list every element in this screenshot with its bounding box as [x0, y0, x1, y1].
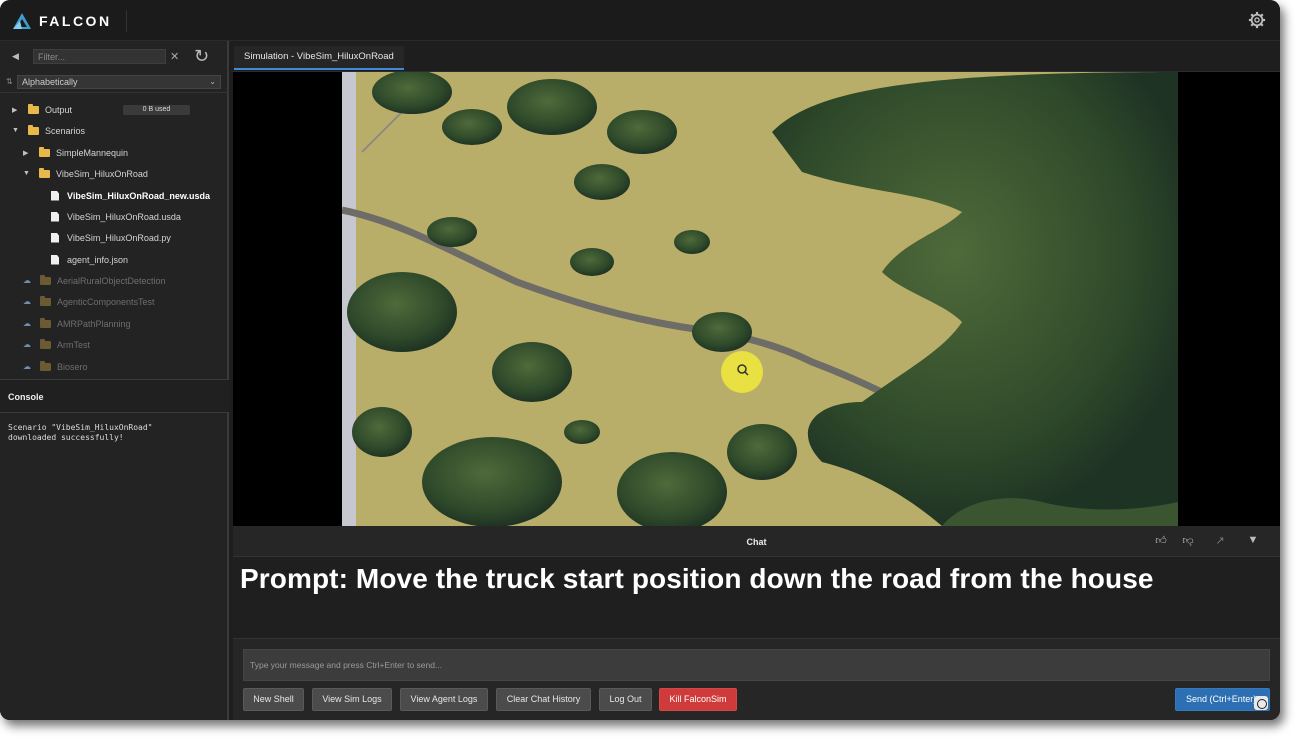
- new-shell-button[interactable]: New Shell: [243, 688, 304, 711]
- tree-item-label: agent_info.json: [67, 254, 129, 265]
- chevron-down-icon: ⌄: [209, 77, 216, 86]
- message-input[interactable]: [243, 649, 1270, 681]
- cloud-icon: ☁: [23, 297, 31, 306]
- divider: [0, 92, 229, 93]
- sort-icon: ⇅: [6, 77, 13, 86]
- chat-messages: Prompt: Move the truck start position do…: [233, 557, 1280, 638]
- gear-icon[interactable]: [1248, 11, 1266, 29]
- tree-item-simplemannequin[interactable]: ▶ SimpleMannequin: [23, 142, 128, 163]
- tree-item-label: AMRPathPlanning: [57, 318, 131, 329]
- tree-item-label: AgenticComponentsTest: [57, 296, 155, 307]
- storage-used-badge: 0 B used: [123, 105, 190, 115]
- tab-simulation[interactable]: Simulation - VibeSim_HiluxOnRoad: [234, 46, 404, 70]
- collapse-sidebar-icon[interactable]: ◀: [12, 51, 19, 62]
- app-name: FALCON: [39, 13, 112, 29]
- tree-item-label: VibeSim_HiluxOnRoad.usda: [67, 211, 181, 222]
- tree-item-cloud-folder[interactable]: ☁ AMRPathPlanning: [23, 313, 131, 334]
- expand-arrow-icon[interactable]: ▶: [12, 106, 24, 114]
- file-icon: [51, 211, 59, 222]
- expand-icon[interactable]: ↗: [1213, 534, 1227, 548]
- folder-icon: [40, 360, 51, 371]
- tree-item-label: SimpleMannequin: [56, 147, 129, 158]
- folder-icon: [39, 167, 50, 178]
- tree-item-vibesim-hiluxonroad[interactable]: ▼ VibeSim_HiluxOnRoad: [23, 163, 148, 184]
- app-window: FALCON ◀ ✕ ↻ ⇅ Alphabetically ⌄: [0, 0, 1280, 720]
- cloud-icon: ☁: [23, 276, 31, 285]
- tree-item-cloud-folder[interactable]: ☁ Biosero: [23, 356, 88, 377]
- sort-row: ⇅ Alphabetically ⌄: [0, 74, 229, 90]
- folder-icon: [40, 338, 51, 349]
- chat-composer: New Shell View Sim Logs View Agent Logs …: [233, 638, 1280, 720]
- refresh-icon[interactable]: ↻: [194, 46, 209, 67]
- console-title: Console: [8, 392, 44, 402]
- kill-falconsim-button[interactable]: Kill FalconSim: [659, 688, 737, 711]
- tree-item-output[interactable]: ▶ Output: [12, 99, 72, 120]
- tree-item-label: VibeSim_HiluxOnRoad_new.usda: [67, 190, 211, 201]
- tree-item-label: AerialRuralObjectDetection: [57, 275, 166, 286]
- tree-item-label: Output: [45, 104, 73, 115]
- cloud-icon: ☁: [23, 319, 31, 328]
- top-bar: FALCON: [0, 0, 1280, 41]
- tree-item-file[interactable]: agent_info.json: [51, 249, 128, 270]
- app-logo: FALCON: [12, 10, 127, 32]
- tree-item-cloud-folder[interactable]: ☁ AerialRuralObjectDetection: [23, 270, 166, 291]
- chevron-down-icon[interactable]: ▼: [1246, 534, 1260, 548]
- tree-item-label: VibeSim_HiluxOnRoad: [56, 168, 148, 179]
- folder-icon: [40, 295, 51, 306]
- clear-filter-icon[interactable]: ✕: [170, 50, 179, 63]
- prompt-caption: Prompt: Move the truck start position do…: [240, 563, 1154, 594]
- folder-icon: [39, 146, 50, 157]
- file-icon: [51, 190, 59, 201]
- chat-title: Chat: [746, 537, 767, 547]
- tree-item-label: Scenarios: [45, 125, 86, 136]
- file-explorer-sidebar: ◀ ✕ ↻ ⇅ Alphabetically ⌄ ▶ Output 0 B us…: [0, 41, 229, 720]
- chat-header: Chat 👍︎ 👎︎ ↗ ▼: [233, 526, 1280, 557]
- simulation-render[interactable]: [342, 72, 1178, 526]
- filter-row: ◀ ✕ ↻: [0, 46, 229, 69]
- tree-item-label: Biosero: [57, 361, 88, 372]
- tab-bar: Simulation - VibeSim_HiluxOnRoad: [231, 41, 1280, 72]
- sort-select-value: Alphabetically: [22, 77, 78, 87]
- filter-input[interactable]: [33, 49, 166, 64]
- view-sim-logs-button[interactable]: View Sim Logs: [312, 688, 392, 711]
- thumbs-up-icon[interactable]: 👍︎: [1154, 534, 1168, 548]
- tree-item-file[interactable]: VibeSim_HiluxOnRoad.usda: [51, 206, 181, 227]
- tree-item-label: VibeSim_HiluxOnRoad.py: [67, 232, 171, 243]
- file-icon: [51, 254, 59, 265]
- collapse-arrow-icon[interactable]: ▼: [23, 170, 35, 177]
- collapse-arrow-icon[interactable]: ▼: [12, 127, 24, 134]
- tree-item-scenarios[interactable]: ▼ Scenarios: [12, 120, 85, 141]
- screen-capture-icon[interactable]: [1254, 696, 1268, 710]
- falcon-logo-icon: [13, 13, 31, 29]
- log-out-button[interactable]: Log Out: [599, 688, 652, 711]
- aerial-terrain-image: [342, 72, 1178, 526]
- expand-arrow-icon[interactable]: ▶: [23, 149, 35, 157]
- console-output: Scenario "VibeSim_HiluxOnRoad" downloade…: [8, 423, 153, 442]
- folder-icon: [28, 124, 39, 135]
- tree-item-cloud-folder[interactable]: ☁ ArmTest: [23, 334, 90, 355]
- folder-icon: [40, 317, 51, 328]
- tree-item-label: ArmTest: [57, 339, 91, 350]
- folder-icon: [28, 103, 39, 114]
- tree-item-cloud-folder[interactable]: ☁ AgenticComponentsTest: [23, 291, 155, 312]
- view-agent-logs-button[interactable]: View Agent Logs: [400, 688, 488, 711]
- file-icon: [51, 232, 59, 243]
- cloud-icon: ☁: [23, 340, 31, 349]
- sort-select[interactable]: Alphabetically ⌄: [17, 75, 221, 89]
- console-header: Console: [0, 379, 229, 413]
- tree-item-file-selected[interactable]: VibeSim_HiluxOnRoad_new.usda: [51, 185, 210, 206]
- folder-icon: [40, 274, 51, 285]
- tree-item-file[interactable]: VibeSim_HiluxOnRoad.py: [51, 227, 171, 248]
- clear-chat-history-button[interactable]: Clear Chat History: [496, 688, 591, 711]
- simulation-viewport[interactable]: [233, 72, 1280, 526]
- thumbs-down-icon[interactable]: 👎︎: [1181, 534, 1195, 548]
- cloud-icon: ☁: [23, 362, 31, 371]
